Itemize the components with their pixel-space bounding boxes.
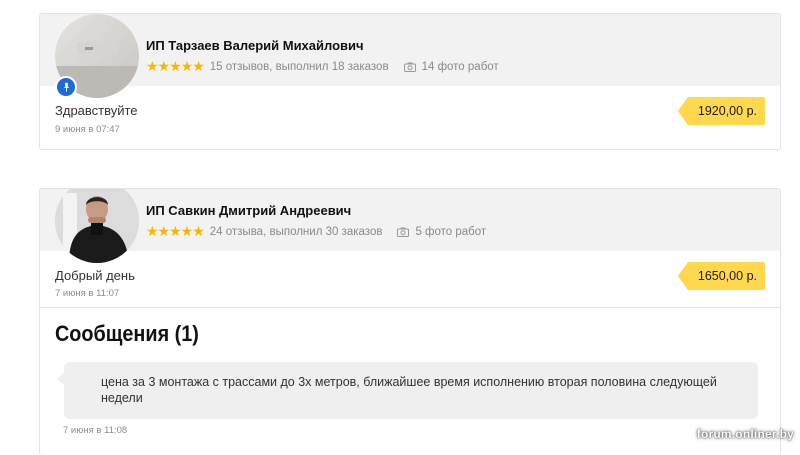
offer-date: 9 июня в 07:47 xyxy=(55,124,120,135)
offer-header xyxy=(40,189,780,251)
divider xyxy=(40,307,780,308)
camera-icon xyxy=(397,227,410,237)
avatar[interactable] xyxy=(55,189,139,263)
reviews-link[interactable]: 15 отзывов, выполнил 18 заказов xyxy=(210,61,389,73)
message-date: 7 июня в 11:08 xyxy=(63,425,128,436)
offer-comment: Добрый день xyxy=(55,268,135,283)
price-tag: 1650,00 р. xyxy=(677,262,765,290)
contractor-name[interactable]: ИП Савкин Дмитрий Андреевич xyxy=(146,203,351,218)
rating-stars: ★★★★★ xyxy=(146,223,205,239)
offer-comment: Здравствуйте xyxy=(55,103,138,118)
messages-title: Сообщения (1) xyxy=(55,321,199,346)
offer-card: ИП Тарзаев Валерий Михайлович ★★★★★ 15 о… xyxy=(39,13,781,150)
avatar-image xyxy=(55,189,139,263)
offer-card: ИП Савкин Дмитрий Андреевич ★★★★★ 24 отз… xyxy=(39,188,781,455)
watermark: forum.onliner.by xyxy=(696,427,794,441)
photos-link[interactable]: 5 фото работ xyxy=(415,226,486,238)
rating-stars: ★★★★★ xyxy=(146,58,205,74)
contractor-name[interactable]: ИП Тарзаев Валерий Михайлович xyxy=(146,38,364,53)
contractor-meta: ★★★★★ 24 отзыва, выполнил 30 заказов 5 ф… xyxy=(146,223,486,240)
offer-date: 7 июня в 11:07 xyxy=(55,288,120,299)
price-tag: 1920,00 р. xyxy=(677,97,765,125)
pin-icon xyxy=(55,76,77,98)
camera-icon xyxy=(403,62,416,72)
photos-link[interactable]: 14 фото работ xyxy=(422,61,499,73)
message-bubble: цена за 3 монтажа с трассами до 3х метро… xyxy=(57,362,758,419)
contractor-meta: ★★★★★ 15 отзывов, выполнил 18 заказов 14… xyxy=(146,58,499,75)
reviews-link[interactable]: 24 отзыва, выполнил 30 заказов xyxy=(210,226,383,238)
